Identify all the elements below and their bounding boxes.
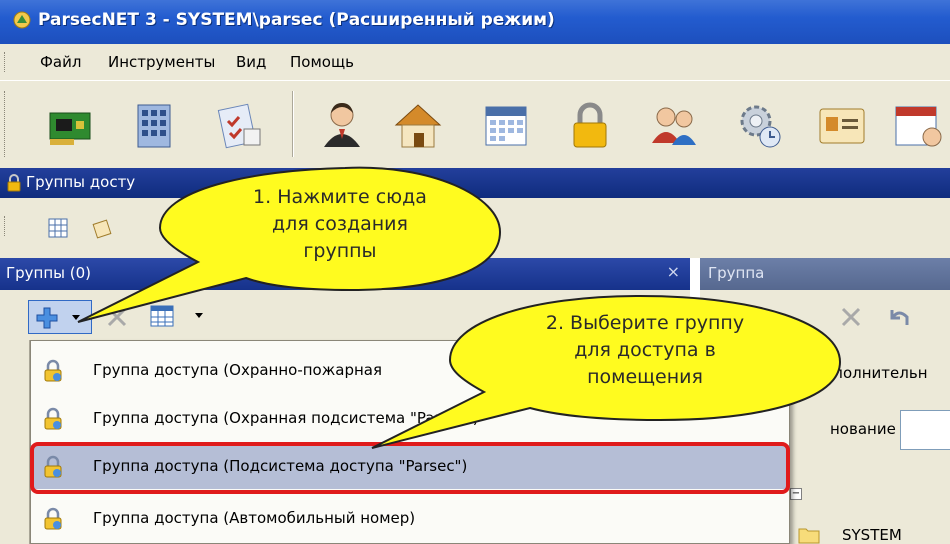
callout-line: помещения	[587, 366, 703, 388]
callout-balloon-2	[371, 294, 842, 449]
callout-line: 2. Выберите группу	[545, 312, 745, 334]
callout-2-text: 2. Выберите группу для доступа в помещен…	[500, 310, 790, 391]
callout-line: для доступа в	[574, 339, 716, 361]
